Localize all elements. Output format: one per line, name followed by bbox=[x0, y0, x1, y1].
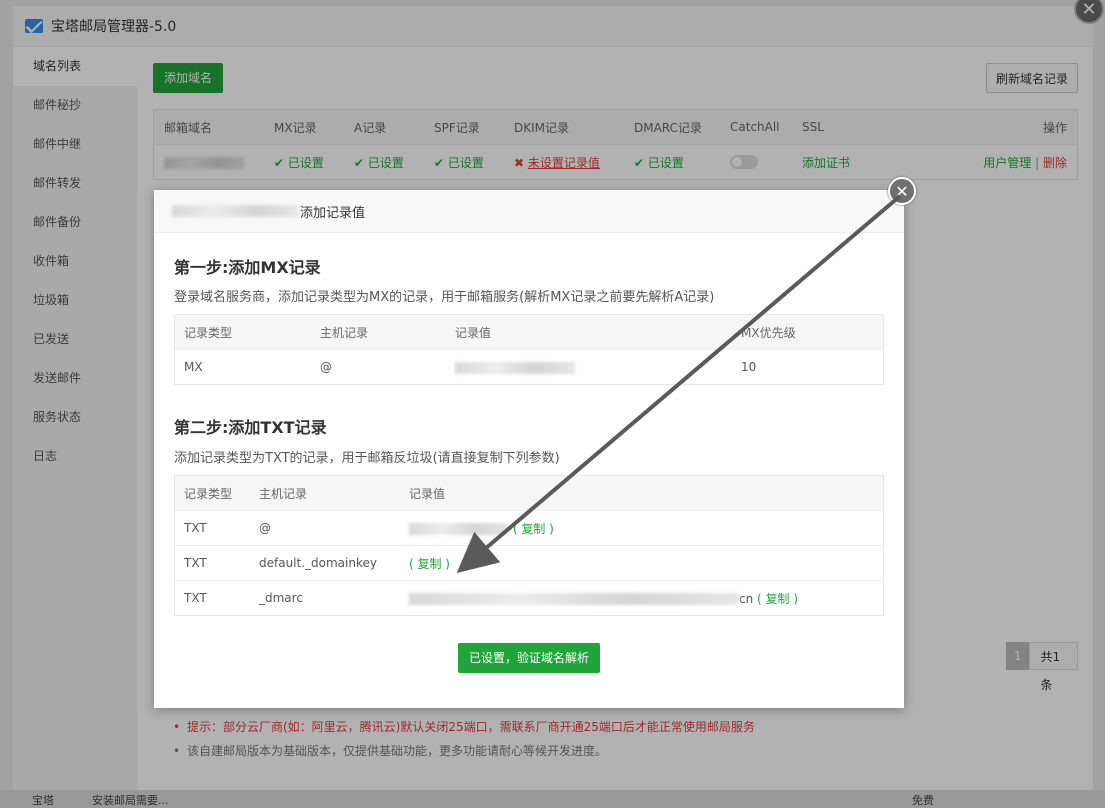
mx-priority: 10 bbox=[732, 349, 884, 385]
table-row: TXT default._domainkey ( 复制 ) bbox=[174, 545, 884, 581]
host-record: @ bbox=[250, 510, 400, 546]
redacted-dmarc-value bbox=[409, 593, 739, 605]
copy-button[interactable]: ( 复制 ) bbox=[513, 522, 554, 536]
dialog-header: 添加记录值 bbox=[154, 190, 904, 233]
table-row: TXT @ ( 复制 ) bbox=[174, 510, 884, 546]
col-record-type: 记录类型 bbox=[174, 475, 250, 511]
dialog-close-icon[interactable]: ✕ bbox=[888, 177, 916, 205]
record-type: TXT bbox=[174, 510, 250, 546]
col-host: 主机记录 bbox=[250, 475, 400, 511]
host-record: _dmarc bbox=[250, 580, 400, 616]
mx-record-table: 记录类型 主机记录 记录值 MX优先级 MX @ 10 bbox=[174, 314, 884, 385]
redacted-mx-value bbox=[455, 361, 575, 374]
record-value: cn ( 复制 ) bbox=[400, 580, 884, 616]
record-value: ( 复制 ) bbox=[400, 510, 884, 546]
table-header-row: 记录类型 主机记录 记录值 MX优先级 bbox=[174, 314, 884, 350]
redacted-domain-in-title bbox=[172, 205, 298, 217]
verify-domain-button[interactable]: 已设置，验证域名解析 bbox=[458, 643, 600, 673]
record-value bbox=[446, 349, 732, 385]
record-type: TXT bbox=[174, 580, 250, 616]
copy-button[interactable]: ( 复制 ) bbox=[409, 557, 450, 571]
copy-button[interactable]: ( 复制 ) bbox=[757, 592, 798, 606]
table-row: TXT _dmarc cn ( 复制 ) bbox=[174, 580, 884, 616]
txt-record-table: 记录类型 主机记录 记录值 TXT @ ( 复制 ) TXT default._… bbox=[174, 475, 884, 616]
host-record: default._domainkey bbox=[250, 545, 400, 581]
col-mx-priority: MX优先级 bbox=[732, 314, 884, 350]
record-value: ( 复制 ) bbox=[400, 545, 884, 581]
dmarc-value-suffix: cn bbox=[739, 591, 754, 606]
step1-title: 第一步:添加MX记录 bbox=[174, 258, 321, 277]
dialog-title: 添加记录值 bbox=[300, 205, 366, 221]
step2-description: 添加记录类型为TXT的记录，用于邮箱反垃圾(请直接复制下列参数) bbox=[174, 451, 560, 466]
col-record-type: 记录类型 bbox=[174, 314, 311, 350]
host-record: @ bbox=[311, 349, 446, 385]
col-value: 记录值 bbox=[400, 475, 884, 511]
record-type: TXT bbox=[174, 545, 250, 581]
add-record-dialog: 添加记录值 第一步:添加MX记录 登录域名服务商，添加记录类型为MX的记录，用于… bbox=[154, 190, 904, 708]
col-value: 记录值 bbox=[446, 314, 732, 350]
redacted-spf-value bbox=[409, 523, 509, 535]
table-row: MX @ 10 bbox=[174, 349, 884, 385]
step2-title: 第二步:添加TXT记录 bbox=[174, 418, 327, 437]
col-host: 主机记录 bbox=[311, 314, 446, 350]
record-type: MX bbox=[174, 349, 311, 385]
table-header-row: 记录类型 主机记录 记录值 bbox=[174, 475, 884, 511]
step1-description: 登录域名服务商，添加记录类型为MX的记录，用于邮箱服务(解析MX记录之前要先解析… bbox=[174, 290, 715, 305]
